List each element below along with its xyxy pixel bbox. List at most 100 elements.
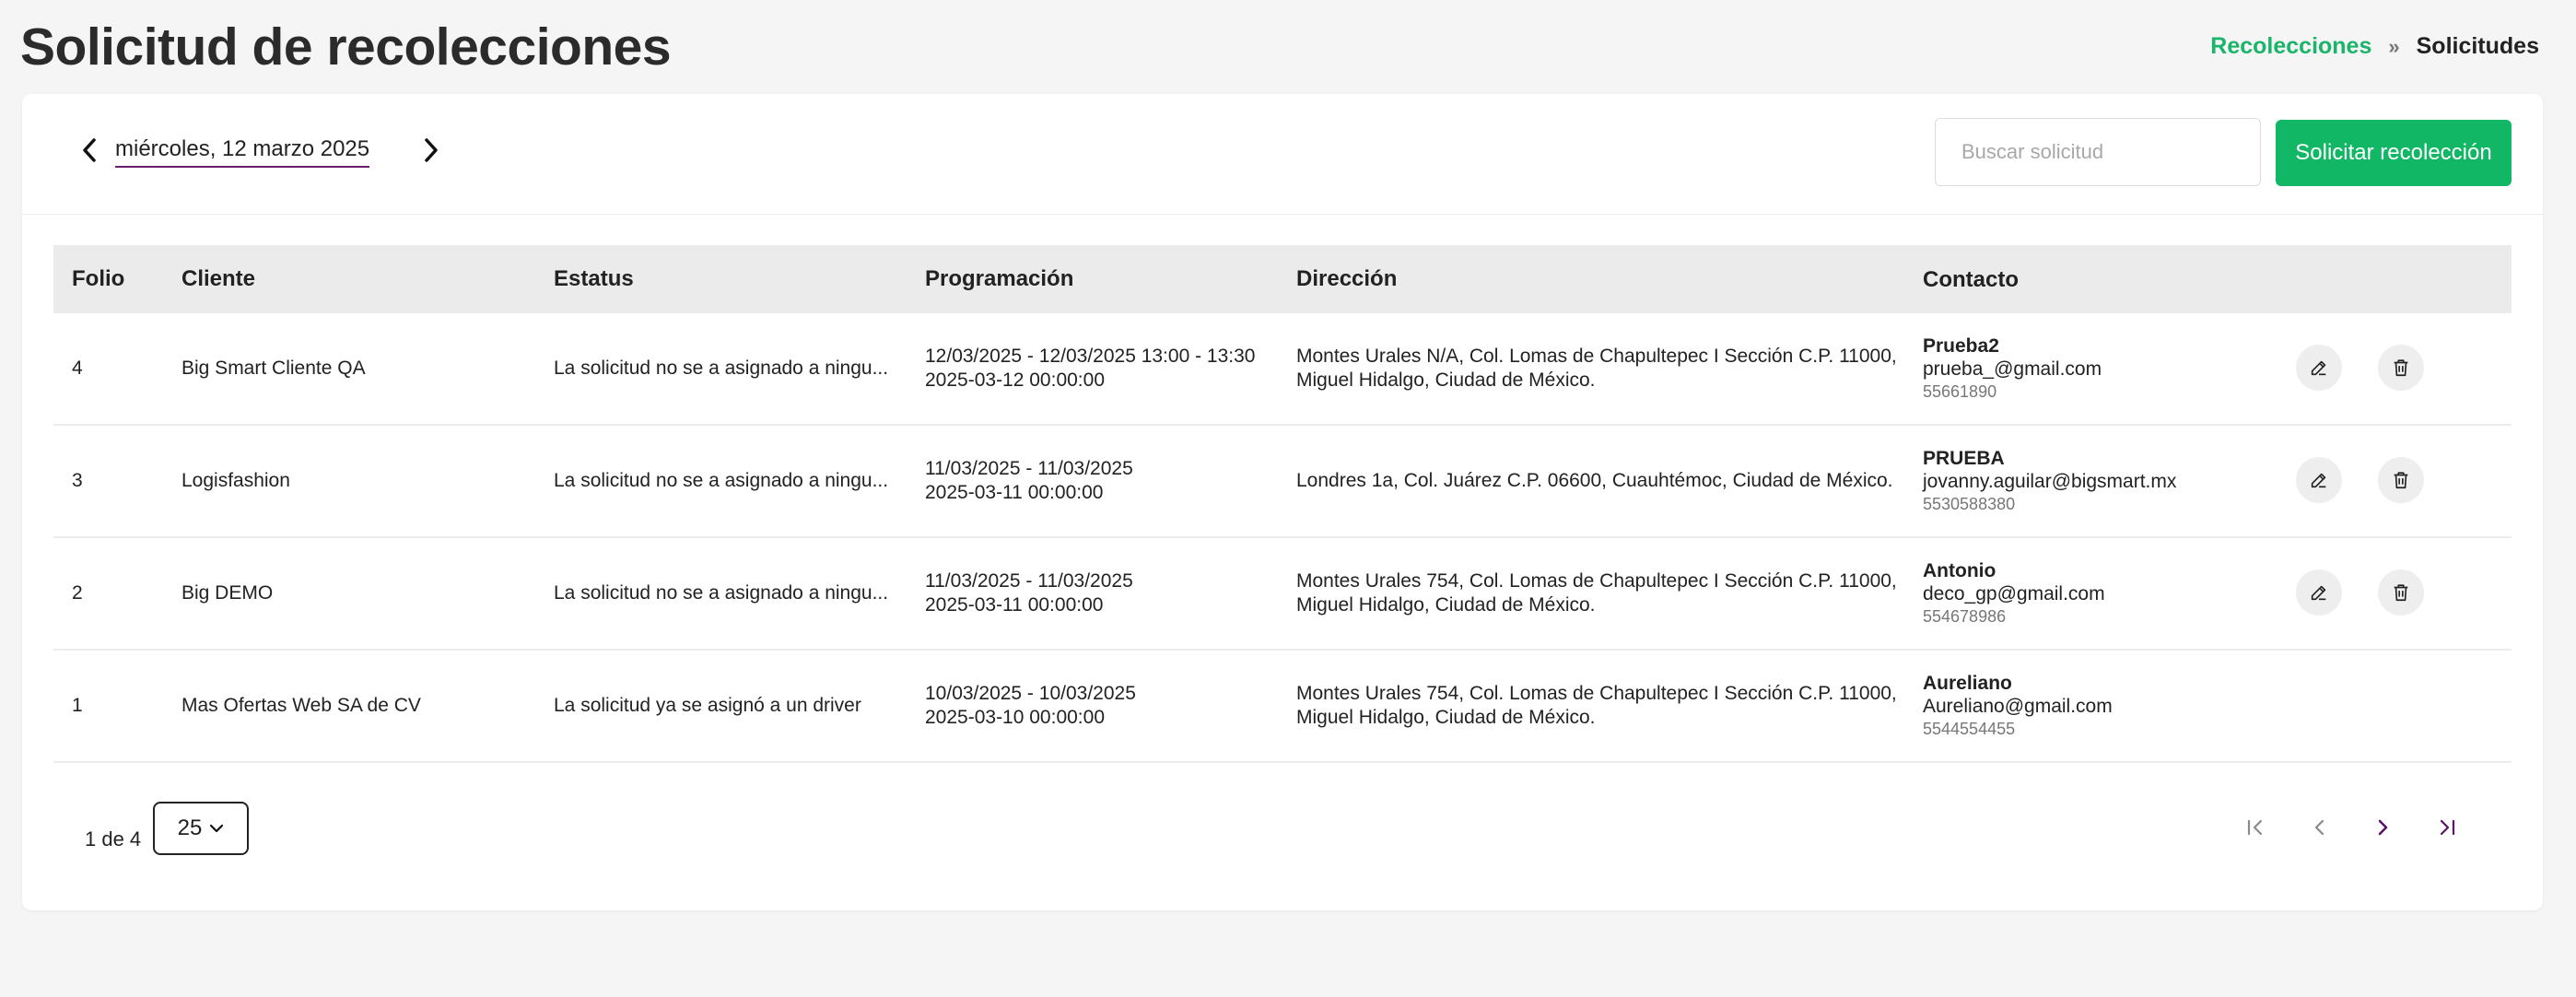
cell-folio: 1 xyxy=(72,695,83,716)
contact-email: deco_gp@gmail.com xyxy=(1923,582,2105,604)
table-header: Folio Cliente Estatus Programación Direc… xyxy=(53,245,2512,313)
previous-date-button[interactable] xyxy=(72,131,109,170)
cell-direccion: Montes Urales 754, Col. Lomas de Chapult… xyxy=(1296,682,1904,730)
delete-button[interactable] xyxy=(2378,345,2424,391)
cell-estatus: La solicitud ya se asignó a un driver xyxy=(554,695,861,716)
cell-programacion: 12/03/2025 - 12/03/2025 13:00 - 13:30 20… xyxy=(925,345,1275,393)
cell-programacion: 11/03/2025 - 11/03/2025 2025-03-11 00:00… xyxy=(925,569,1275,617)
search-input[interactable] xyxy=(1935,118,2261,186)
cell-folio: 4 xyxy=(72,358,83,379)
breadcrumb: Recolecciones » Solicitudes xyxy=(2210,33,2539,60)
contact-name: Aureliano xyxy=(1923,672,2012,694)
last-page-icon xyxy=(2440,819,2455,836)
contact-phone: 55661890 xyxy=(1923,381,1997,401)
prog-range: 11/03/2025 - 11/03/2025 xyxy=(925,570,1133,592)
contact-email: prueba_@gmail.com xyxy=(1923,358,2102,380)
toolbar: miércoles, 12 marzo 2025 Solicitar recol… xyxy=(22,94,2543,215)
pencil-icon xyxy=(2311,585,2326,601)
cell-folio: 3 xyxy=(72,470,83,491)
contact-email: Aureliano@gmail.com xyxy=(1923,695,2113,717)
contact-name: Antonio xyxy=(1923,559,1996,581)
page-size-value: 25 xyxy=(177,815,203,840)
cell-estatus: La solicitud no se a asignado a ningu... xyxy=(554,358,889,379)
first-page-button[interactable] xyxy=(2237,809,2274,846)
first-page-icon xyxy=(2247,819,2263,836)
next-date-button[interactable] xyxy=(412,131,449,170)
header-contacto: Contacto xyxy=(1923,266,2019,292)
dir-line2: Miguel Hidalgo, Ciudad de México. xyxy=(1296,707,1596,728)
prog-range: 11/03/2025 - 11/03/2025 xyxy=(925,458,1133,479)
contact-name: PRUEBA xyxy=(1923,447,2005,469)
cell-programacion: 11/03/2025 - 11/03/2025 2025-03-11 00:00… xyxy=(925,457,1275,505)
edit-button[interactable] xyxy=(2296,457,2342,503)
header-programacion: Programación xyxy=(925,266,1074,291)
cell-folio: 2 xyxy=(72,582,83,604)
edit-button[interactable] xyxy=(2296,569,2342,616)
prog-date: 2025-03-12 00:00:00 xyxy=(925,369,1105,391)
previous-page-icon xyxy=(2314,819,2324,836)
page-info: 1 de 4 xyxy=(85,827,142,850)
contact-phone: 554678986 xyxy=(1923,606,2007,626)
next-page-icon xyxy=(2378,819,2388,836)
dir-line2: Miguel Hidalgo, Ciudad de México. xyxy=(1296,369,1596,391)
next-page-button[interactable] xyxy=(2364,809,2401,846)
delete-button[interactable] xyxy=(2378,457,2424,503)
cell-direccion: Montes Urales N/A, Col. Lomas de Chapult… xyxy=(1296,345,1904,393)
trash-icon xyxy=(2394,359,2408,377)
cell-direccion: Montes Urales 754, Col. Lomas de Chapult… xyxy=(1296,569,1904,617)
cell-contacto: Prueba2 prueba_@gmail.com 55661890 xyxy=(1923,334,2102,404)
dir-line1: Montes Urales 754, Col. Lomas de Chapult… xyxy=(1296,570,1897,592)
cell-cliente: Big Smart Cliente QA xyxy=(181,358,366,379)
prog-date: 2025-03-11 00:00:00 xyxy=(925,482,1104,503)
page-size-select[interactable]: 25 xyxy=(153,802,249,855)
cell-programacion: 10/03/2025 - 10/03/2025 2025-03-10 00:00… xyxy=(925,682,1275,730)
header-direccion: Dirección xyxy=(1296,266,1398,291)
trash-icon xyxy=(2394,472,2408,489)
pencil-icon xyxy=(2311,360,2326,376)
header-estatus: Estatus xyxy=(554,266,634,291)
requests-table: Folio Cliente Estatus Programación Direc… xyxy=(53,245,2512,763)
contact-phone: 5544554455 xyxy=(1923,719,2016,738)
breadcrumb-separator: » xyxy=(2388,34,2400,58)
cell-cliente: Big DEMO xyxy=(181,582,274,604)
cell-contacto: Aureliano Aureliano@gmail.com 5544554455 xyxy=(1923,672,2113,741)
contact-name: Prueba2 xyxy=(1923,334,1999,357)
main-card: miércoles, 12 marzo 2025 Solicitar recol… xyxy=(22,94,2543,910)
pagination: 1 de 4 25 xyxy=(22,800,2543,874)
last-page-button[interactable] xyxy=(2429,809,2465,846)
cell-cliente: Mas Ofertas Web SA de CV xyxy=(181,695,421,716)
chevron-left-icon xyxy=(83,138,96,162)
delete-button[interactable] xyxy=(2378,569,2424,616)
contact-email: jovanny.aguilar@bigsmart.mx xyxy=(1923,470,2177,492)
dir-line2: Miguel Hidalgo, Ciudad de México. xyxy=(1296,594,1596,616)
prog-date: 2025-03-10 00:00:00 xyxy=(925,707,1105,728)
cell-cliente: Logisfashion xyxy=(181,470,290,491)
pencil-icon xyxy=(2311,473,2326,488)
cell-direccion: Londres 1a, Col. Juárez C.P. 06600, Cuau… xyxy=(1296,469,1904,493)
cell-contacto: PRUEBA jovanny.aguilar@bigsmart.mx 55305… xyxy=(1923,447,2176,516)
edit-button[interactable] xyxy=(2296,345,2342,391)
prog-range: 12/03/2025 - 12/03/2025 13:00 - 13:30 xyxy=(925,346,1256,367)
trash-icon xyxy=(2394,584,2408,602)
breadcrumb-link-recolecciones[interactable]: Recolecciones xyxy=(2210,33,2371,60)
prog-range: 10/03/2025 - 10/03/2025 xyxy=(925,683,1136,704)
current-date[interactable]: miércoles, 12 marzo 2025 xyxy=(115,136,370,168)
cell-estatus: La solicitud no se a asignado a ningu... xyxy=(554,582,889,604)
table-row[interactable]: 3 Logisfashion La solicitud no se a asig… xyxy=(53,426,2512,538)
page-title: Solicitud de recolecciones xyxy=(20,18,672,76)
dir-line1: Londres 1a, Col. Juárez C.P. 06600, Cuau… xyxy=(1296,470,1893,491)
cell-estatus: La solicitud no se a asignado a ningu... xyxy=(554,470,889,491)
prog-date: 2025-03-11 00:00:00 xyxy=(925,594,1104,616)
cell-contacto: Antonio deco_gp@gmail.com 554678986 xyxy=(1923,559,2105,628)
previous-page-button[interactable] xyxy=(2301,809,2338,846)
chevron-down-icon xyxy=(210,824,224,833)
table-row[interactable]: 4 Big Smart Cliente QA La solicitud no s… xyxy=(53,313,2512,426)
header-folio: Folio xyxy=(72,266,125,291)
chevron-right-icon xyxy=(425,138,438,162)
table-row[interactable]: 2 Big DEMO La solicitud no se a asignado… xyxy=(53,538,2512,651)
table-row[interactable]: 1 Mas Ofertas Web SA de CV La solicitud … xyxy=(53,651,2512,763)
breadcrumb-current: Solicitudes xyxy=(2416,33,2539,59)
header-cliente: Cliente xyxy=(181,266,256,291)
request-pickup-button[interactable]: Solicitar recolección xyxy=(2276,120,2512,186)
dir-line1: Montes Urales N/A, Col. Lomas de Chapult… xyxy=(1296,346,1897,367)
